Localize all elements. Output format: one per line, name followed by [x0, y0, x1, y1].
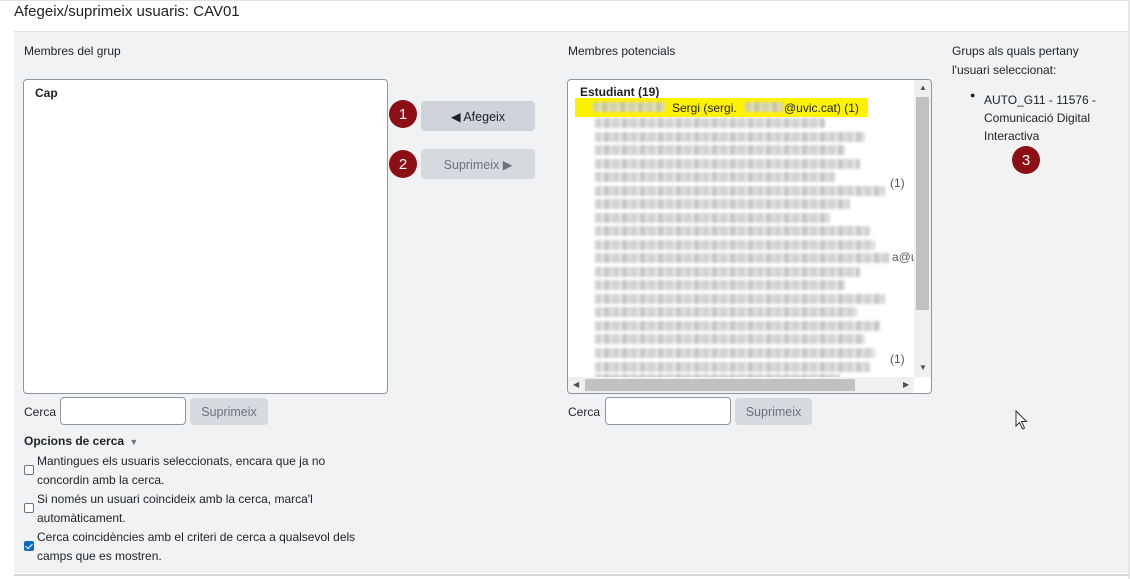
- option-label-2-line2: automàticament.: [37, 511, 126, 525]
- remove-button[interactable]: Suprimeix ▶: [421, 149, 535, 179]
- option-label-1-line1: Mantingues els usuaris seleccionats, enc…: [37, 454, 326, 468]
- scroll-left-icon[interactable]: ◀: [573, 380, 579, 389]
- mouse-cursor-icon: [1015, 410, 1028, 430]
- group-item-line1: AUTO_G11 - 11576 -: [984, 93, 1097, 107]
- redacted-row: [595, 213, 830, 223]
- callout-badge-2: 2: [389, 150, 417, 178]
- redacted-row: [595, 226, 870, 236]
- current-search-input[interactable]: [60, 397, 186, 425]
- option-checkbox-2[interactable]: [24, 503, 34, 513]
- current-clear-button[interactable]: Suprimeix: [190, 398, 268, 425]
- potential-search-label: Cerca: [568, 405, 601, 419]
- callout-badge-3: 3: [1012, 146, 1040, 174]
- caret-down-icon: ▼: [129, 437, 139, 447]
- page-title: Afegeix/suprimeix usuaris: CAV01: [14, 3, 240, 20]
- redacted-row: [595, 199, 850, 209]
- redacted-row: [595, 280, 845, 290]
- redacted-row: [595, 253, 890, 263]
- callout-badge-1: 1: [389, 100, 417, 128]
- option-label-3: Cerca coincidències amb el criteri de ce…: [37, 528, 397, 566]
- redacted-row: [595, 186, 885, 196]
- groups-info-label-line2: l'usuari seleccionat:: [952, 63, 1057, 77]
- add-button[interactable]: ◀ Afegeix: [421, 101, 535, 131]
- option-label-3-line1: Cerca coincidències amb el criteri de ce…: [37, 530, 356, 544]
- redacted-row: [595, 145, 845, 155]
- redacted-row: [595, 307, 857, 317]
- option-label-2: Si només un usuari coincideix amb la cer…: [37, 490, 397, 528]
- option-checkbox-3[interactable]: [24, 541, 34, 551]
- potential-members-listbox[interactable]: Estudiant (19) Sergi (sergi. @uvic.cat) …: [567, 79, 932, 394]
- redacted-row: [595, 159, 860, 169]
- redacted-email: [745, 102, 783, 112]
- option-label-1-line2: concordin amb la cerca.: [37, 473, 165, 487]
- potential-search-input[interactable]: [605, 397, 731, 425]
- bottom-border: [14, 574, 1129, 576]
- scroll-right-icon[interactable]: ▶: [903, 380, 909, 389]
- option-label-2-line1: Si només un usuari coincideix amb la cer…: [37, 492, 313, 506]
- bullet-icon: ●: [970, 90, 976, 100]
- group-item-line3: Interactiva: [984, 129, 1040, 143]
- redacted-row: [595, 132, 865, 142]
- search-options-title: Opcions de cerca: [24, 434, 125, 448]
- current-members-listbox[interactable]: Cap: [23, 79, 388, 394]
- redacted-row: [595, 240, 875, 250]
- list-item[interactable]: Cap: [35, 86, 58, 100]
- option-label-3-line2: camps que es mostren.: [37, 549, 162, 563]
- option-label-1: Mantingues els usuaris seleccionats, enc…: [37, 452, 397, 490]
- group-item-line2: Comunicació Digital: [984, 111, 1091, 125]
- vertical-scroll-thumb[interactable]: [916, 97, 929, 310]
- redacted-row: [595, 348, 875, 358]
- selected-option-email[interactable]: @uvic.cat) (1): [784, 101, 859, 115]
- potential-clear-button[interactable]: Suprimeix: [735, 398, 812, 425]
- redacted-row: [595, 172, 835, 182]
- redacted-row: [595, 321, 880, 331]
- redacted-row: [595, 267, 860, 277]
- horizontal-scroll-thumb[interactable]: [585, 379, 855, 391]
- top-border: [0, 0, 1130, 1]
- current-search-label: Cerca: [24, 405, 57, 419]
- scroll-up-icon[interactable]: ▲: [919, 83, 927, 92]
- redacted-row: [595, 334, 865, 344]
- groups-info-label-line1: Grups als quals pertany: [952, 44, 1079, 58]
- group-header: Estudiant (19): [580, 85, 660, 99]
- redacted-row: [595, 294, 885, 304]
- scroll-down-icon[interactable]: ▼: [919, 363, 927, 372]
- current-members-label: Membres del grup: [24, 44, 121, 58]
- redacted-row: [595, 362, 870, 372]
- option-fragment: (1): [890, 176, 905, 190]
- redacted-row: [595, 118, 825, 128]
- redacted-name: [593, 102, 665, 112]
- potential-members-label: Membres potencials: [568, 44, 676, 58]
- option-checkbox-1[interactable]: [24, 465, 34, 475]
- selected-option-name[interactable]: Sergi (sergi.: [672, 101, 737, 115]
- search-options-toggle[interactable]: Opcions de cerca ▼: [24, 434, 138, 448]
- option-fragment: (1): [890, 352, 905, 366]
